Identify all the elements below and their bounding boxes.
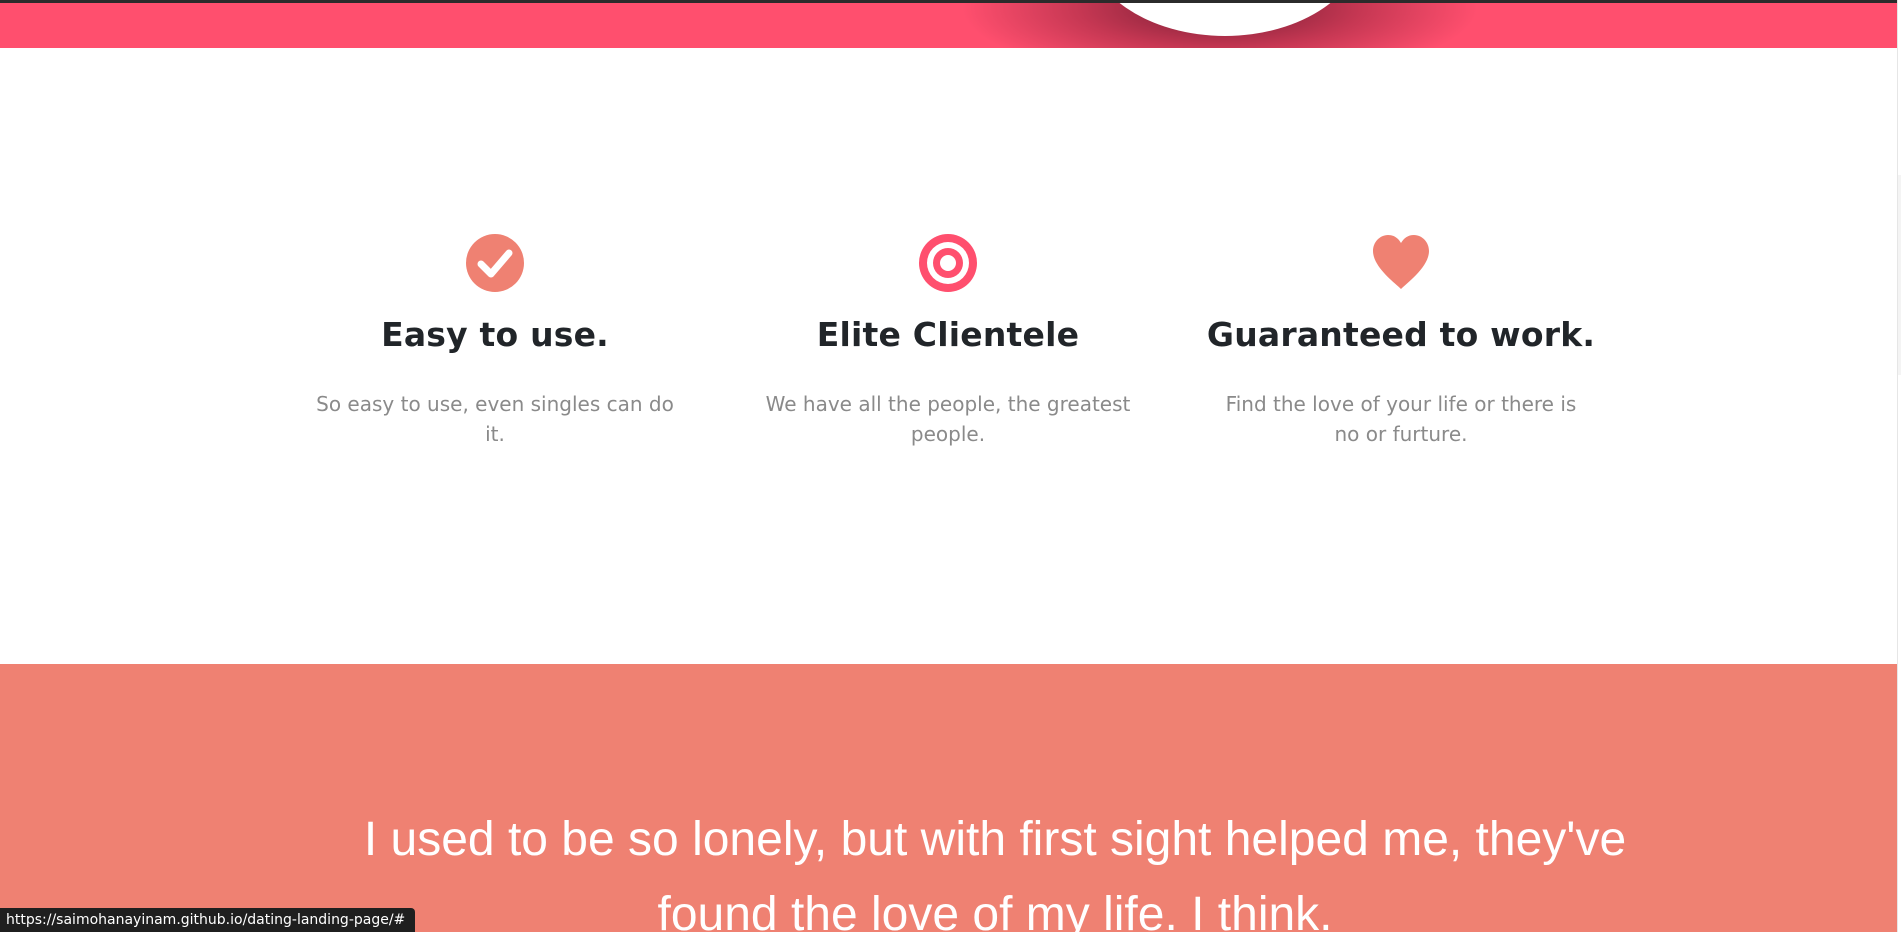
feature-title: Easy to use. [381,315,609,354]
page-scrollbar[interactable] [1897,0,1901,932]
status-bar-url: https://saimohanayinam.github.io/dating-… [0,908,416,932]
feature-title: Elite Clientele [816,315,1080,354]
check-circle-icon [466,234,524,292]
page: Easy to use. So easy to use, even single… [0,0,1901,932]
testimonial-section: I used to be so lonely, but with first s… [0,664,1897,932]
testimonial-quote: I used to be so lonely, but with first s… [363,813,1627,932]
feature-guaranteed-to-work: Guaranteed to work. Find the love of you… [1201,233,1601,449]
feature-title: Guaranteed to work. [1206,315,1596,354]
hero-section-bottom [0,3,1897,48]
feature-description: Find the love of your life or there is n… [1225,392,1577,446]
feature-easy-to-use: Easy to use. So easy to use, even single… [295,233,695,449]
feature-description: So easy to use, even singles can do it. [316,392,674,446]
heart-icon [1373,235,1429,289]
feature-description: We have all the people, the greatest peo… [765,392,1131,446]
target-icon [919,234,977,292]
features-section: Easy to use. So easy to use, even single… [0,48,1897,664]
feature-elite-clientele: Elite Clientele We have all the people, … [748,233,1148,449]
